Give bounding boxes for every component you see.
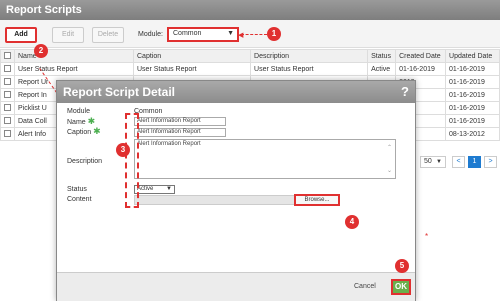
report-script-detail-dialog: Report Script Detail ? Module Common Nam… [56,80,416,301]
caption-label-text: Caption [67,129,92,136]
callout-badge-2: 2 [34,44,48,58]
column-header-created-date[interactable]: Created Date [395,49,447,63]
dialog-body: Module Common Name ✱ Alert Information R… [57,103,415,272]
page-title: Report Scripts [0,0,500,20]
checkbox-icon[interactable] [4,104,11,112]
status-field-label: Status [67,186,87,193]
cell-created-date: 01-16-2019 [395,62,447,76]
description-value: Alert Information Report [137,141,201,147]
checkbox-icon[interactable] [4,117,11,125]
cell-updated-date: 01-16-2019 [445,75,500,89]
column-header-status[interactable]: Status [367,49,397,63]
row-checkbox-cell[interactable] [0,62,15,76]
callout-arrow-1 [241,34,267,35]
cell-updated-date: 01-16-2019 [445,88,500,102]
chevron-down-icon: ▼ [227,30,234,37]
description-textarea[interactable]: Alert Information Report ⌃ ⌄ [134,139,396,179]
cell-updated-date: 08-13-2012 [445,127,500,141]
checkbox-icon[interactable] [4,65,11,73]
prev-page-button[interactable]: < [452,156,465,168]
caption-input[interactable]: Alert Information Report [134,128,226,137]
table-header-row: Name Caption Description Status Created … [0,49,500,63]
dialog-footer: Cancel OK 5 [57,259,415,301]
browse-button[interactable]: Browse... [294,194,340,206]
arrow-head-icon: ◀ [238,32,244,39]
cell-description: User Status Report [250,62,369,76]
checkbox-icon[interactable] [4,91,11,99]
required-marker: * [425,232,429,241]
row-checkbox-cell[interactable] [0,114,15,128]
checkbox-icon[interactable] [4,52,11,60]
module-field-label: Module [67,108,90,115]
next-page-button[interactable]: > [484,156,497,168]
callout-badge-1: 1 [267,27,281,41]
checkbox-icon[interactable] [4,130,11,138]
page-size-select[interactable]: 50 ▼ [420,156,446,168]
name-input[interactable]: Alert Information Report [134,117,226,126]
callout-badge-3: 3 [116,143,130,157]
page-1-button[interactable]: 1 [468,156,481,168]
required-star-icon: ✱ [93,126,101,136]
cell-caption: User Status Report [132,62,252,76]
cell-updated-date: 01-16-2019 [445,101,500,115]
caption-field-label: Caption ✱ [67,126,101,137]
delete-button[interactable]: Delete [92,27,124,43]
dialog-title: Report Script Detail [63,85,176,99]
table-row[interactable]: User Status Report User Status Report User… [0,62,500,76]
name-label-text: Name [67,119,86,126]
module-select[interactable]: Common ▼ [167,27,239,42]
description-field-label: Description [67,158,103,165]
scroll-up-icon[interactable]: ⌃ [387,144,392,151]
required-star-icon: ✱ [87,116,96,126]
dialog-header: Report Script Detail ? [57,81,415,103]
cell-updated-date: 01-16-2019 [445,62,500,76]
row-checkbox-cell[interactable] [0,75,15,89]
cell-name: User Status Report [14,62,134,76]
row-checkbox-cell[interactable] [0,101,15,115]
help-icon[interactable]: ? [401,84,409,99]
module-select-value: Common [173,30,202,37]
edit-button[interactable]: Edit [52,27,84,43]
select-all-checkbox-cell[interactable] [0,49,15,63]
row-checkbox-cell[interactable] [0,127,15,141]
ok-button[interactable]: OK [391,279,411,295]
chevron-down-icon: ▼ [166,186,172,192]
column-header-updated-date[interactable]: Updated Date [445,49,500,63]
checkbox-icon[interactable] [4,78,11,86]
column-header-caption[interactable]: Caption [132,49,252,63]
column-header-description[interactable]: Description [250,49,369,63]
row-checkbox-cell[interactable] [0,88,15,102]
cell-updated-date: 01-16-2019 [445,114,500,128]
status-value: Active [137,186,154,192]
add-button[interactable]: Add [5,27,37,43]
content-field-label: Content [67,196,92,203]
chevron-down-icon: ▼ [436,159,442,165]
column-header-name[interactable]: Name [14,49,134,63]
scroll-down-icon[interactable]: ⌄ [387,167,392,174]
cancel-button[interactable]: Cancel [354,283,376,290]
status-select[interactable]: Active ▼ [134,185,175,194]
callout-badge-5: 5 [395,259,409,273]
cell-status: Active [367,62,397,76]
page-size-value: 50 [424,158,432,165]
module-label: Module: [138,31,163,38]
callout-badge-4: 4 [345,215,359,229]
callout-box-3 [125,113,139,208]
